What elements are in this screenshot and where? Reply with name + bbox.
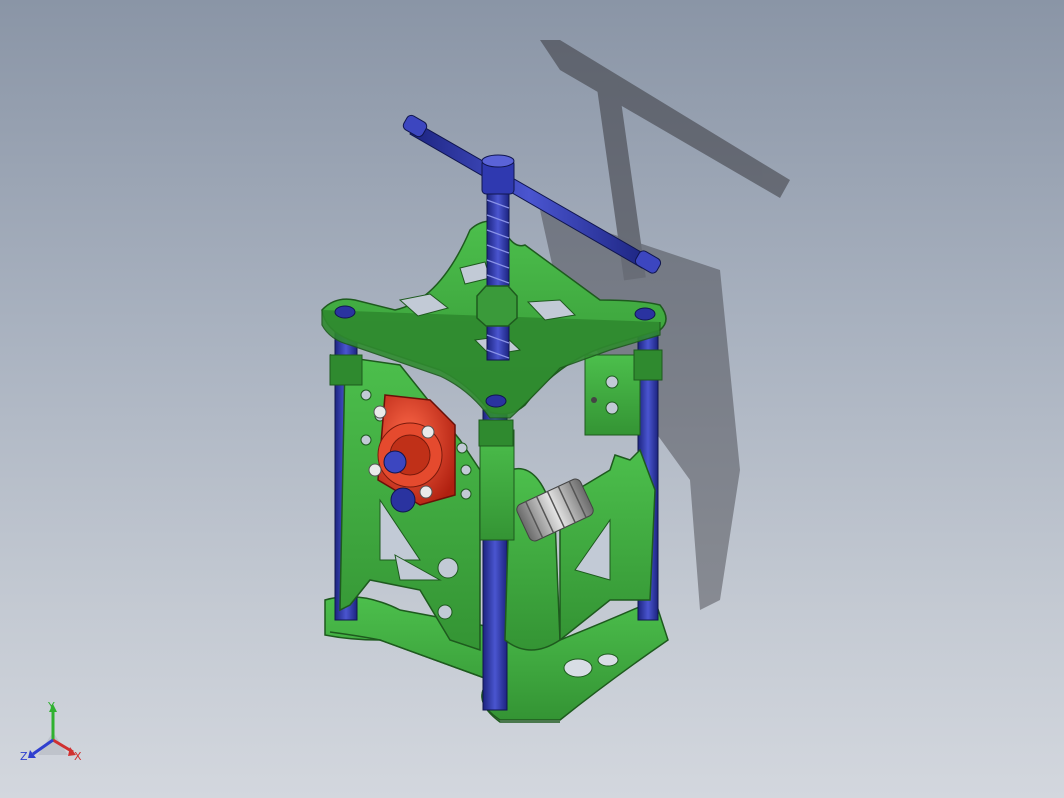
handle-hub[interactable] [481,154,515,195]
triad-z-label: Z [20,750,28,763]
3d-model-view[interactable] [0,0,1064,798]
orientation-triad: Y X Z [20,700,82,763]
hex-nut[interactable] [476,285,518,327]
triad-y-label: Y [47,700,55,713]
triad-x-label: X [74,750,82,763]
cad-viewport[interactable]: Y X Z [0,0,1064,798]
lead-screw[interactable] [486,179,510,361]
